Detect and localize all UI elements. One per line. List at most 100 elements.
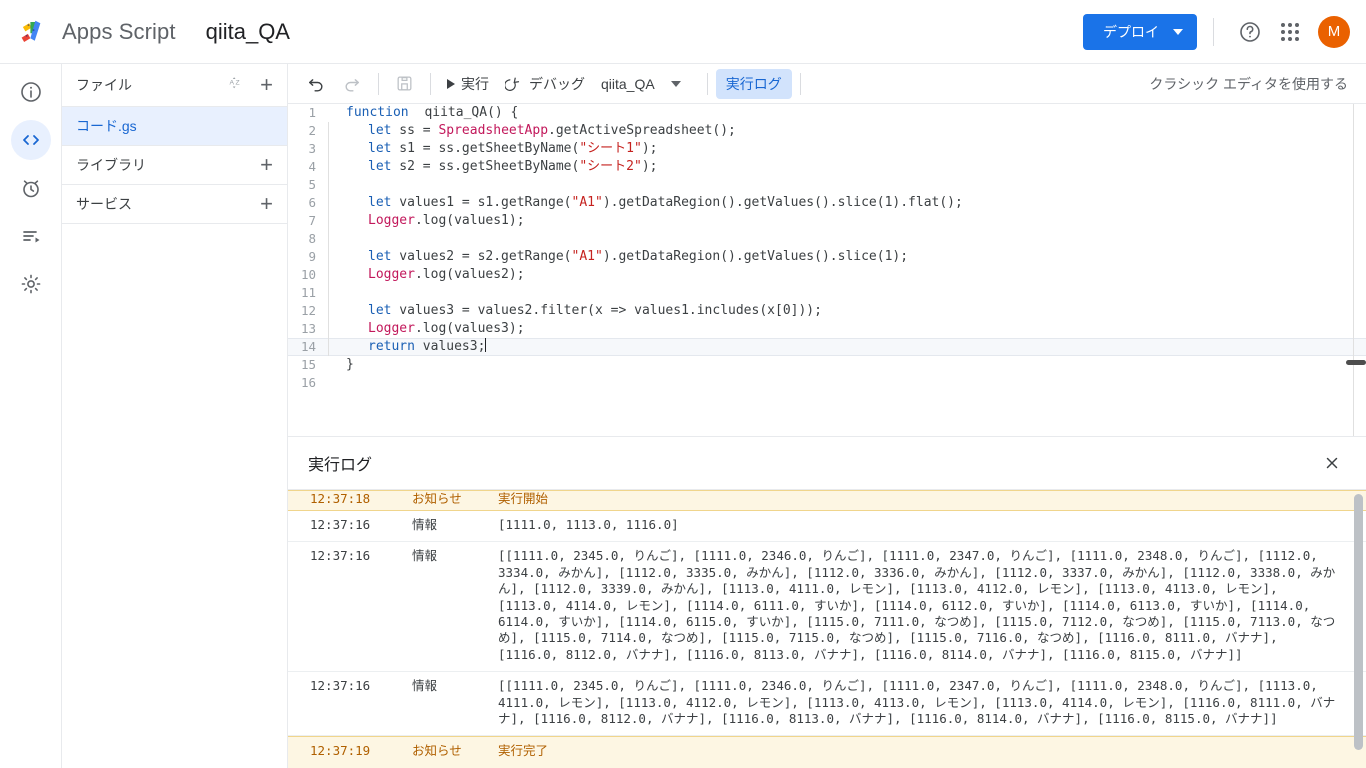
files-panel: ファイル A Z + コード.gs ライブラリ + サービス + xyxy=(62,64,288,768)
sidebar-item-settings[interactable] xyxy=(11,264,51,304)
code-line[interactable]: 3 let s1 = ss.getSheetByName("シート1"); xyxy=(288,140,1366,158)
svg-text:A: A xyxy=(230,79,235,86)
close-icon[interactable] xyxy=(1318,449,1346,477)
toolbar-divider-4 xyxy=(799,72,801,95)
line-number: 16 xyxy=(300,375,316,390)
code-text: let ss = SpreadsheetApp.getActiveSpreads… xyxy=(368,123,736,138)
code-line[interactable]: 5 xyxy=(288,176,1366,194)
execution-log-button[interactable]: 実行ログ xyxy=(715,68,792,99)
indent-guide xyxy=(324,338,338,356)
execution-log-rows: 12:37:18 お知らせ 実行開始 12:37:16 情報 [1111.0, 1113.… xyxy=(288,490,1366,768)
sidebar-item-triggers[interactable] xyxy=(11,168,51,208)
line-number: 15 xyxy=(300,357,316,372)
help-circle-icon[interactable] xyxy=(1230,12,1270,52)
log-timestamp: 12:37:16 xyxy=(310,678,371,694)
log-scrollbar-thumb[interactable] xyxy=(1354,494,1363,750)
execution-log-panel: 実行ログ 12:37:18 お知らせ 実行開始 12:37:16 情報 [1111.0, … xyxy=(288,436,1366,768)
line-number: 8 xyxy=(308,231,316,246)
function-select-value: qiita_QA xyxy=(601,75,655,92)
apps-grid-icon[interactable] xyxy=(1270,12,1310,52)
undo-button[interactable] xyxy=(298,69,334,99)
log-level: 情報 xyxy=(412,678,438,694)
add-file-icon[interactable]: + xyxy=(260,74,273,96)
sidebar-item-overview[interactable] xyxy=(11,72,51,112)
file-item-code-gs[interactable]: コード.gs xyxy=(62,107,287,146)
indent-guide xyxy=(324,158,338,176)
services-label: サービス xyxy=(76,196,132,212)
sort-az-icon[interactable]: A Z xyxy=(228,76,246,94)
line-number: 10 xyxy=(300,267,316,282)
code-line[interactable]: 14 return values3; xyxy=(288,338,1366,356)
line-number: 14 xyxy=(300,339,316,354)
files-header-label: ファイル xyxy=(76,77,132,93)
apps-script-logo xyxy=(0,17,62,47)
code-line[interactable]: 6 let values1 = s1.getRange("A1").getData… xyxy=(288,194,1366,212)
code-line[interactable]: 15} xyxy=(288,356,1366,374)
log-row: 12:37:18 お知らせ 実行開始 xyxy=(288,490,1366,511)
sidebar-item-executions[interactable] xyxy=(11,216,51,256)
indent-guide xyxy=(324,230,338,248)
line-number: 3 xyxy=(308,141,316,156)
log-message: [[1111.0, 2345.0, りんご], [1111.0, 2346.0,… xyxy=(498,678,1336,727)
function-select[interactable]: qiita_QA xyxy=(593,69,699,99)
code-text: Logger.log(values3); xyxy=(368,321,525,336)
debug-button-label: デバッグ xyxy=(529,75,585,92)
log-timestamp: 12:37:16 xyxy=(310,548,371,564)
line-number: 6 xyxy=(308,195,316,210)
files-header: ファイル A Z + xyxy=(62,64,287,107)
code-line[interactable]: 10 Logger.log(values2); xyxy=(288,266,1366,284)
svg-text:Z: Z xyxy=(236,79,240,86)
redo-button[interactable] xyxy=(334,69,370,99)
code-text: } xyxy=(346,357,354,372)
code-line[interactable]: 1 function qiita_QA() { xyxy=(288,104,1366,122)
indent-guide xyxy=(324,248,338,266)
app-header: Apps Script qiita_QA デプロイ M xyxy=(0,0,1366,64)
line-number: 5 xyxy=(308,177,316,192)
code-line[interactable]: 12 let values3 = values2.filter(x => valu… xyxy=(288,302,1366,320)
indent-guide xyxy=(324,302,338,320)
toolbar-divider-3 xyxy=(706,72,708,95)
indent-guide xyxy=(324,320,338,338)
code-line[interactable]: 13 Logger.log(values3); xyxy=(288,320,1366,338)
code-line[interactable]: 7 Logger.log(values1); xyxy=(288,212,1366,230)
line-number: 1 xyxy=(308,105,316,120)
log-timestamp: 12:37:16 xyxy=(310,517,371,532)
classic-editor-link[interactable]: クラシック エディタを使用する xyxy=(1149,74,1366,94)
code-line[interactable]: 8 xyxy=(288,230,1366,248)
app-name: Apps Script xyxy=(62,18,176,44)
run-button-label: 実行 xyxy=(461,75,489,92)
toolbar-divider-1 xyxy=(378,72,379,95)
log-timestamp: 12:37:19 xyxy=(310,743,371,759)
add-service-icon[interactable]: + xyxy=(260,193,273,215)
services-section[interactable]: サービス + xyxy=(62,185,287,224)
code-line[interactable]: 16 xyxy=(288,374,1366,392)
deploy-button[interactable]: デプロイ xyxy=(1083,13,1197,50)
indent-guide xyxy=(324,284,338,302)
libraries-section[interactable]: ライブラリ + xyxy=(62,146,287,185)
log-message: 実行完了 xyxy=(498,743,549,759)
sidebar-item-editor[interactable] xyxy=(10,120,51,160)
editor-scrollbar-thumb[interactable] xyxy=(1346,360,1366,365)
code-text: let values3 = values2.filter(x => values… xyxy=(368,303,822,318)
save-button[interactable] xyxy=(387,69,422,99)
apps-script-window: Apps Script qiita_QA デプロイ M ファイル A Z + コ… xyxy=(0,0,1366,768)
debug-button[interactable]: デバッグ xyxy=(497,69,593,99)
code-line[interactable]: 9 let values2 = s2.getRange("A1").getData… xyxy=(288,248,1366,266)
code-editor[interactable]: 1 function qiita_QA() {2 let ss = Spreadsh… xyxy=(288,104,1366,436)
code-line[interactable]: 4 let s2 = ss.getSheetByName("シート2"); xyxy=(288,158,1366,176)
log-timestamp: 12:37:18 xyxy=(310,491,371,506)
run-button[interactable]: 実行 xyxy=(439,69,497,99)
code-text: let s2 = ss.getSheetByName("シート2"); xyxy=(368,159,658,174)
execution-log-title: 実行ログ xyxy=(308,457,373,474)
deploy-button-label: デプロイ xyxy=(1103,23,1159,40)
add-library-icon[interactable]: + xyxy=(260,154,273,176)
log-level: お知らせ xyxy=(412,743,462,759)
code-line[interactable]: 11 xyxy=(288,284,1366,302)
file-item-label: コード.gs xyxy=(76,118,137,134)
code-line[interactable]: 2 let ss = SpreadsheetApp.getActiveSpread… xyxy=(288,122,1366,140)
execution-log-body[interactable]: 12:37:18 お知らせ 実行開始 12:37:16 情報 [1111.0, 1113.… xyxy=(288,490,1366,768)
libraries-label: ライブラリ xyxy=(76,157,146,173)
project-title[interactable]: qiita_QA xyxy=(206,19,290,45)
avatar[interactable]: M xyxy=(1318,15,1350,48)
